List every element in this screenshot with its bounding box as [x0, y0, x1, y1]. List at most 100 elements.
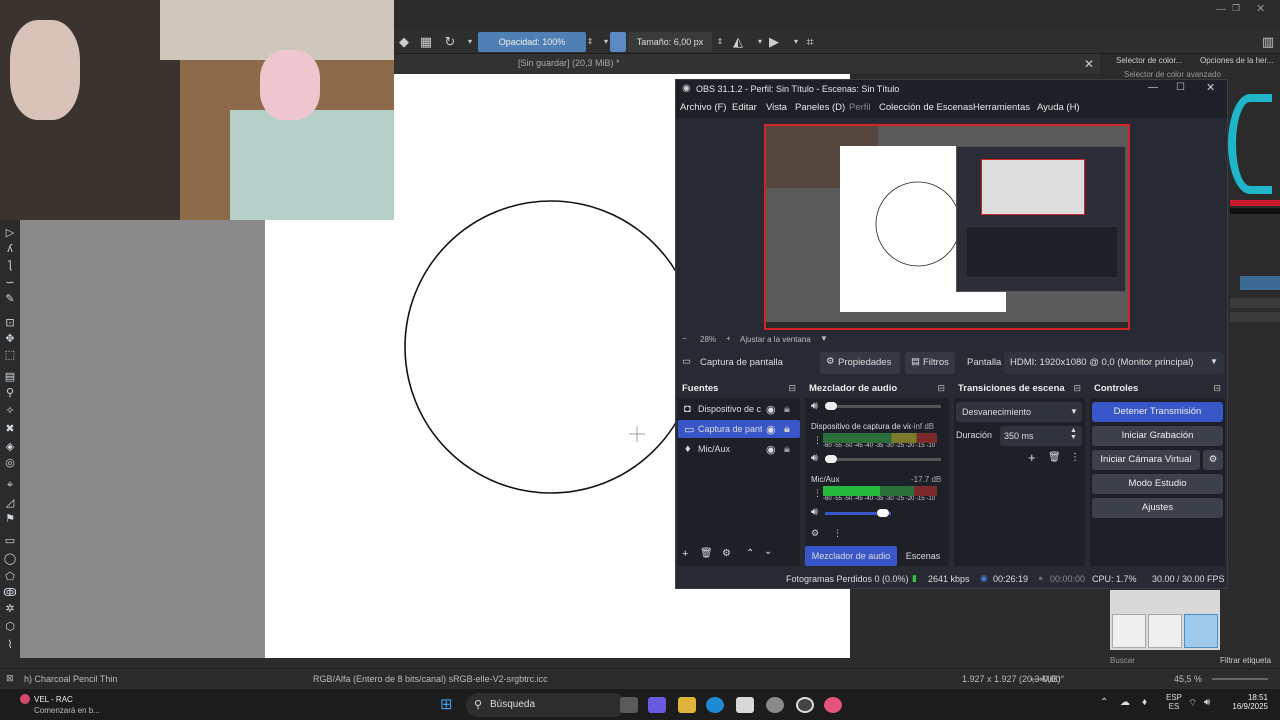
assistant-icon[interactable]: ✖ [3, 422, 17, 436]
eye-icon[interactable]: ◉ [766, 423, 776, 436]
krita-app-icon[interactable] [824, 697, 842, 713]
start-recording-button[interactable]: Iniciar Grabación [1092, 426, 1223, 446]
zoom-value[interactable]: 45,5 % [1174, 674, 1202, 684]
color-bar-dark[interactable] [1230, 208, 1280, 214]
dock-options-icon[interactable]: ⊟ [937, 383, 945, 394]
virtual-camera-settings-button[interactable]: ⚙ [1203, 450, 1223, 470]
speaker-icon[interactable]: 🔊︎ [811, 452, 818, 465]
chevron-up-icon[interactable]: ⌃ [746, 548, 754, 559]
fit-window-button[interactable]: Ajustar a la ventana [740, 335, 811, 344]
close-icon[interactable]: ✕ [1206, 81, 1215, 94]
source-item[interactable]: ◘ Dispositivo de c ◉ 🔒︎ [678, 400, 800, 418]
windows-start-icon[interactable]: ⊞ [440, 697, 456, 713]
menu-profile[interactable]: Perfil [849, 102, 871, 113]
file-explorer-icon[interactable] [678, 697, 696, 713]
volume-icon[interactable]: 🔊︎ [1204, 697, 1210, 708]
bezier-select-icon[interactable]: ⌇ [3, 638, 17, 652]
tab-color-selector[interactable]: Selector de color... [1116, 56, 1182, 65]
layer-row[interactable] [1230, 312, 1280, 322]
cloud-icon[interactable]: ☁ [1120, 697, 1130, 708]
taskbar-search-box[interactable]: ⚲ Búsqueda [466, 693, 626, 717]
speaker-icon[interactable]: 🔊︎ [811, 506, 818, 519]
menu-file[interactable]: Archivo (F) [680, 102, 726, 113]
rotation-value[interactable]: 0,00° [1043, 674, 1064, 684]
alpha-lock-icon[interactable]: ▦ [418, 34, 434, 50]
erase-mode-icon[interactable]: ◆ [396, 34, 412, 50]
brush-preset-icon[interactable]: ⊠ [6, 673, 14, 684]
channel-menu-icon[interactable]: ⋮ [813, 435, 822, 446]
reload-preset-icon[interactable]: ↻ [442, 34, 458, 50]
lock-icon[interactable]: 🔒︎ [784, 423, 790, 436]
lock-icon[interactable]: 🔒︎ [784, 403, 790, 416]
brush-search-input[interactable]: Buscar [1110, 656, 1135, 665]
gear-icon[interactable]: ⚙ [722, 548, 731, 559]
menu-help[interactable]: Ayuda (H) [1037, 102, 1080, 113]
contiguous-select-icon[interactable]: ✲ [3, 602, 17, 616]
store-icon[interactable] [736, 697, 754, 713]
transition-select[interactable]: Desvanecimiento ▼ [956, 402, 1082, 422]
layer-row[interactable] [1230, 298, 1280, 308]
input-language[interactable]: ESP ES [1166, 693, 1182, 711]
menu-tools[interactable]: Herramientas [973, 102, 1030, 113]
advanced-audio-icon[interactable]: ⚙ [811, 528, 819, 539]
trash-icon[interactable]: 🗑︎ [700, 548, 713, 559]
notification-widget[interactable] [8, 693, 34, 717]
chevron-down-icon[interactable]: ▼ [820, 334, 828, 343]
duration-input[interactable]: 350 ms ▲ ▼ [1000, 426, 1082, 446]
add-source-icon[interactable]: + [682, 548, 688, 560]
volume-slider[interactable] [825, 402, 941, 410]
current-brush[interactable]: h) Charcoal Pencil Thin [24, 674, 117, 684]
text-tool-icon[interactable]: ʎ [3, 242, 17, 256]
filters-button[interactable]: ▤ Filtros [905, 352, 955, 374]
zoom-out-icon[interactable]: − [682, 334, 687, 343]
ellipse-select-icon[interactable]: ◯ [3, 552, 17, 566]
screen-select[interactable]: HDMI: 1920x1080 @ 0,0 (Monitor principal… [1004, 352, 1224, 374]
spin-icon[interactable]: ⇕ [582, 34, 598, 50]
size-slider[interactable]: Tamaño: 6,00 px [628, 32, 712, 52]
measure-icon[interactable]: ◎ [3, 456, 17, 470]
transition-menu-icon[interactable]: ⋮ [1070, 452, 1080, 463]
mirror-horizontal-icon[interactable]: ◭ [730, 34, 746, 50]
zoom-slider[interactable] [1212, 678, 1268, 680]
lock-icon[interactable]: 🔒︎ [784, 443, 790, 456]
eye-icon[interactable]: ◉ [766, 443, 776, 456]
trash-icon[interactable]: 🗑︎ [1048, 452, 1061, 463]
mirror-vertical-icon[interactable]: ▶ [766, 34, 782, 50]
eye-icon[interactable]: ◉ [766, 403, 776, 416]
volume-slider-active[interactable] [825, 509, 891, 517]
speaker-icon[interactable]: 🔊︎ [811, 400, 818, 413]
menu-view[interactable]: Vista [766, 102, 787, 113]
brush-preset-selected[interactable] [1184, 614, 1218, 648]
wrap-around-icon[interactable]: ⌗ [802, 34, 818, 50]
add-transition-icon[interactable]: + [1028, 450, 1036, 465]
color-picker-icon[interactable]: ⚲ [3, 386, 17, 400]
close-icon[interactable]: ✕ [1256, 2, 1265, 15]
brush-presets-grid[interactable] [1110, 590, 1220, 650]
studio-mode-button[interactable]: Modo Estudio [1092, 474, 1223, 494]
layer-row-selected[interactable] [1240, 276, 1280, 290]
tab-scenes[interactable]: Escenas [902, 546, 944, 566]
restore-icon[interactable]: ❐ [1232, 3, 1240, 14]
opacity-slider[interactable]: Opacidad: 100% [478, 32, 586, 52]
properties-button[interactable]: ⚙ Propiedades [820, 352, 900, 374]
mixer-menu-icon[interactable]: ⋮ [833, 528, 842, 539]
maximize-icon[interactable]: ☐ [1176, 82, 1185, 93]
stop-stream-button[interactable]: Detener Transmisión [1092, 402, 1223, 422]
volume-knob[interactable] [825, 455, 837, 463]
volume-knob[interactable] [877, 509, 889, 517]
minimize-icon[interactable]: — [1148, 82, 1158, 93]
workspace-icon[interactable]: ▥ [1260, 34, 1276, 50]
copilot-icon[interactable] [648, 697, 666, 713]
source-item-selected[interactable]: ▭ Captura de pant ◉ 🔒︎ [678, 420, 800, 438]
tab-tool-options[interactable]: Opciones de la her... [1200, 56, 1273, 65]
reference-icon[interactable]: ⌖ [3, 478, 17, 492]
transform-icon[interactable]: ⬚ [3, 348, 17, 362]
smart-patch-icon[interactable]: ✧ [3, 404, 17, 418]
menu-scene-collection[interactable]: Colección de Escenas [879, 102, 973, 113]
chevron-down-icon[interactable]: ▾ [462, 34, 478, 50]
minimize-icon[interactable]: — [1216, 4, 1226, 15]
wifi-icon[interactable]: ⌔ [1188, 697, 1197, 710]
channel-menu-icon[interactable]: ⋮ [813, 488, 822, 499]
volume-knob[interactable] [825, 402, 837, 410]
pan-icon[interactable]: ⚑ [3, 512, 17, 526]
